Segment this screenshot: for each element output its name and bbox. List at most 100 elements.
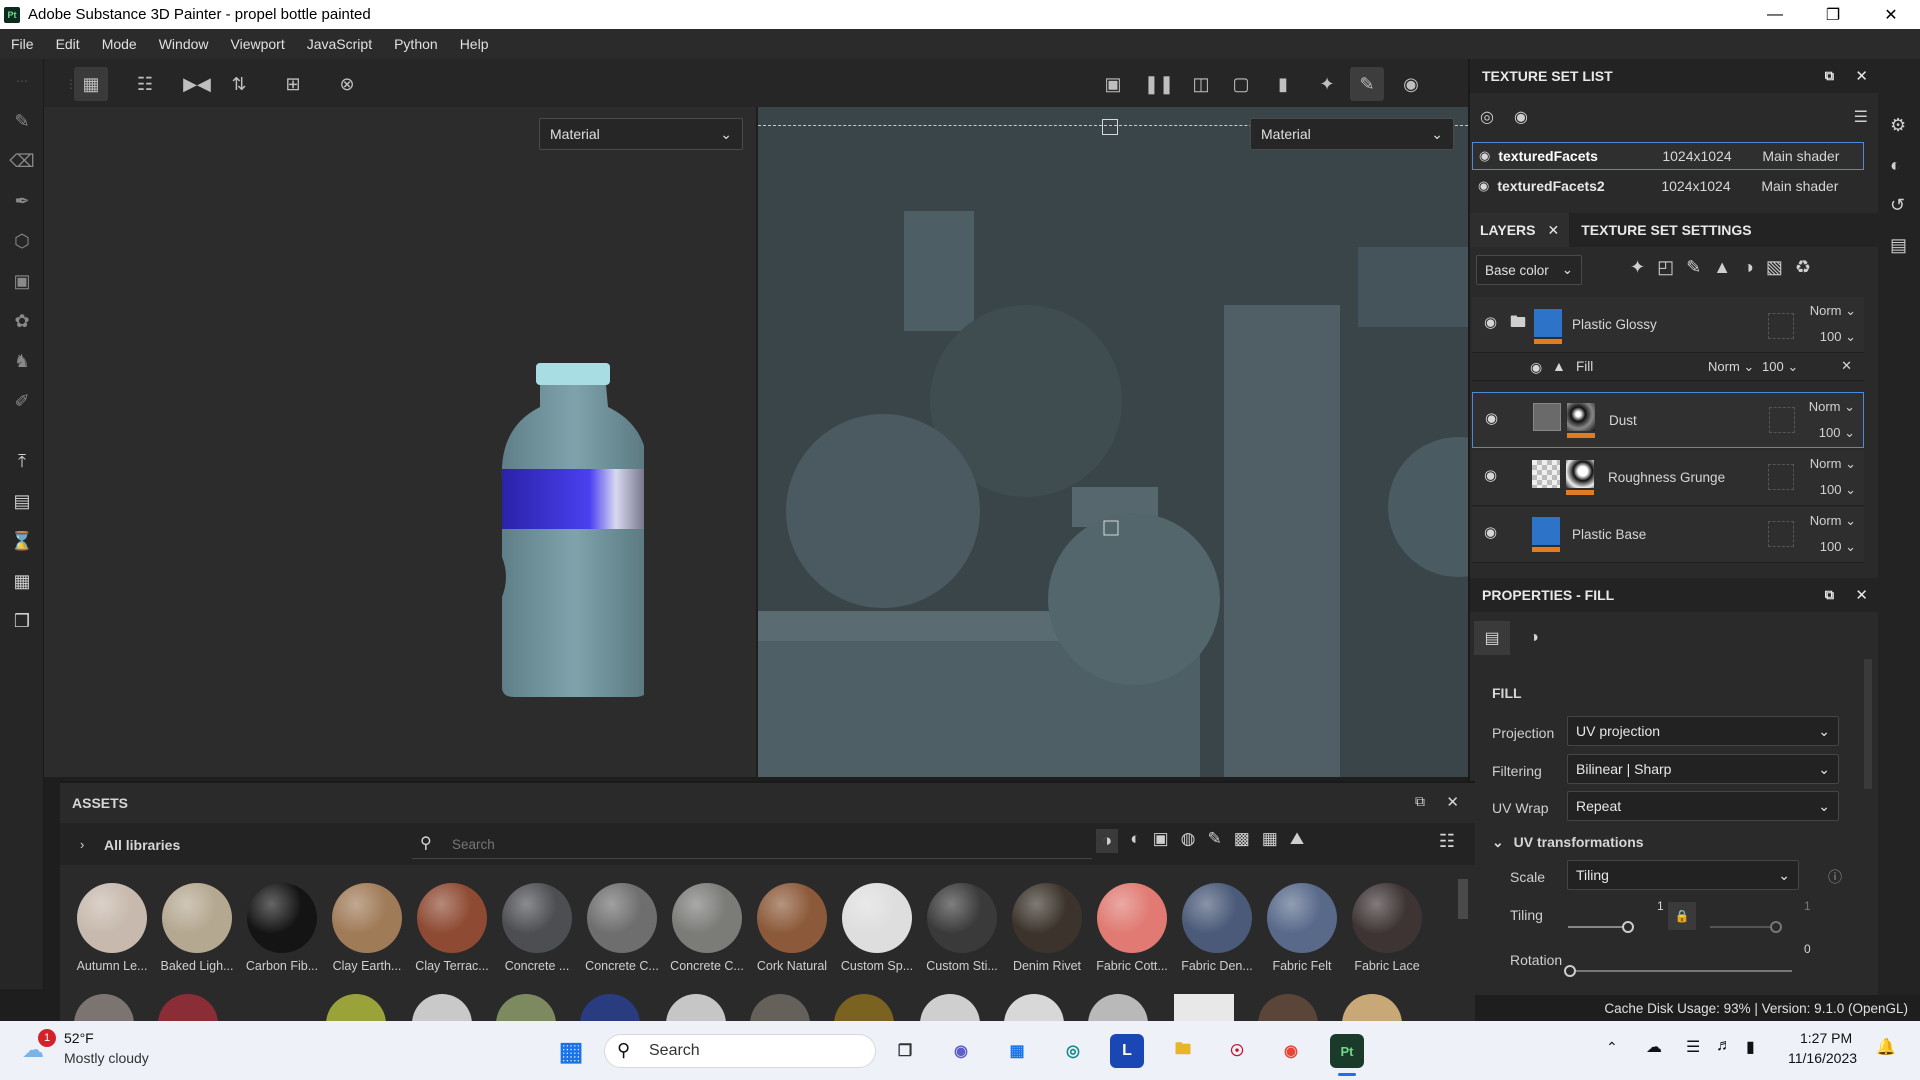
screenshot-icon[interactable]: ◉ [1394, 67, 1428, 101]
texture-set-shader[interactable]: Main shader [1762, 148, 1839, 164]
textures-filter-icon[interactable]: ▩ [1234, 829, 1250, 853]
search-input[interactable] [452, 834, 1052, 854]
close-icon[interactable]: ✕ [1548, 222, 1560, 239]
material-tile[interactable]: Denim Rivet [1007, 883, 1087, 973]
texture-set-row[interactable]: ◉ texturedFacets2 1024x1024 Main shader [1472, 172, 1864, 200]
material-tile[interactable]: Clay Terrac... [412, 883, 492, 973]
clock-time[interactable]: 1:27 PM [1800, 1030, 1852, 1046]
visibility-toggle-icon[interactable]: ◎ [1480, 107, 1494, 127]
add-effect-icon[interactable]: ✦ [1630, 257, 1645, 278]
task-view-icon[interactable]: ❐ [888, 1034, 922, 1068]
symmetry-icon[interactable]: ◫ [1184, 67, 1218, 101]
viewport-settings-icon[interactable]: ✦ [1310, 67, 1344, 101]
display-settings-icon[interactable]: ▦ [8, 567, 36, 595]
paint-brush-tool-icon[interactable]: ✎ [8, 107, 36, 135]
rotation-slider-handle[interactable] [1564, 965, 1576, 977]
environments-filter-icon[interactable]: ⛰ [1290, 829, 1304, 853]
material-tile[interactable]: Carbon Fib... [242, 883, 322, 973]
tab-layers[interactable]: LAYERS ✕ [1470, 213, 1570, 247]
eye-icon[interactable]: ◉ [1485, 409, 1498, 427]
mcafee-icon[interactable]: ☉ [1220, 1034, 1254, 1068]
blend-mode[interactable]: Norm ⌄ [1809, 399, 1855, 415]
blend-mode[interactable]: Norm ⌄ [1810, 513, 1856, 529]
tiling-slider-handle[interactable] [1622, 921, 1634, 933]
taskbar-search[interactable]: ⚲ Search [604, 1034, 876, 1068]
volume-icon[interactable]: ♬ [1716, 1037, 1732, 1055]
paint-mode-icon[interactable]: ✎ [1350, 67, 1384, 101]
viewport-2d[interactable]: Material ⌄ [758, 107, 1468, 777]
shelf-icon[interactable]: ❒ [8, 607, 36, 635]
clone-stamp-tool-icon[interactable]: ♞ [8, 347, 36, 375]
texture-set-row[interactable]: ◉ texturedFacets 1024x1024 Main shader [1472, 142, 1864, 170]
material-tile[interactable]: Custom Sp... [837, 883, 917, 973]
material-tile[interactable]: Concrete C... [582, 883, 662, 973]
masks-filter-icon[interactable]: ▣ [1153, 829, 1169, 853]
material-tile[interactable]: Fabric Felt [1262, 883, 1342, 973]
search-field[interactable]: ⚲ [412, 829, 1092, 859]
log-icon[interactable]: ▤ [1890, 235, 1907, 256]
material-tile[interactable]: Fabric Cott... [1092, 883, 1172, 973]
edge-icon[interactable]: ◎ [1056, 1034, 1090, 1068]
material-tile[interactable]: Concrete C... [667, 883, 747, 973]
material-tab-icon[interactable]: ◑ [1516, 621, 1552, 655]
all-libraries-label[interactable]: All libraries [104, 837, 180, 853]
texture-set-shader[interactable]: Main shader [1761, 178, 1838, 194]
tab-texture-set-settings[interactable]: TEXTURE SET SETTINGS [1569, 222, 1763, 238]
restore-button[interactable]: ❐ [1804, 0, 1862, 29]
viewport-3d[interactable]: Material ⌄ [44, 107, 756, 777]
add-mask-icon[interactable]: ◰ [1657, 257, 1674, 278]
export-icon[interactable]: ⤒ [8, 447, 36, 475]
layer-plastic-base[interactable]: ◉ Plastic Base Norm ⌄ 100 ⌄ [1472, 507, 1864, 563]
blend-mode[interactable]: Norm ⌄ [1708, 359, 1754, 375]
store-icon[interactable]: ▦ [1000, 1034, 1034, 1068]
file-explorer-icon[interactable]: 🖿 [1166, 1034, 1200, 1068]
eye-icon[interactable]: ◉ [1479, 148, 1490, 164]
mask-slot[interactable] [1768, 464, 1794, 490]
eye-icon[interactable]: ◉ [1530, 359, 1542, 376]
projection-dropdown[interactable]: UV projection ⌄ [1567, 716, 1839, 746]
projection-tool-icon[interactable]: ✒ [8, 187, 36, 215]
brushes-filter-icon[interactable]: ✎ [1207, 829, 1221, 853]
material-tile[interactable]: Cork Natural [752, 883, 832, 973]
lock-icon[interactable]: 🔒 [1668, 902, 1696, 930]
eye-icon[interactable]: ◉ [1484, 313, 1497, 331]
menu-mode[interactable]: Mode [91, 36, 148, 52]
eye-icon[interactable]: ◉ [1514, 107, 1528, 127]
reset-view-icon[interactable]: ⊗ [330, 67, 364, 101]
add-paint-layer-icon[interactable]: ✎ [1686, 257, 1701, 278]
layer-plastic-glossy[interactable]: ◉ 🖿 Plastic Glossy Norm ⌄ 100 ⌄ [1472, 297, 1864, 353]
undock-icon[interactable]: ⧉ [1415, 793, 1425, 810]
layer-roughness-grunge[interactable]: ◉ Roughness Grunge Norm ⌄ 100 ⌄ [1472, 450, 1864, 506]
fit-view-icon[interactable]: ⊞ [276, 67, 310, 101]
layer-dust[interactable]: ◉ Dust Norm ⌄ 100 ⌄ [1472, 392, 1864, 448]
add-fill-layer-icon[interactable]: ▲ [1713, 257, 1731, 278]
close-icon[interactable]: ✕ [1446, 793, 1459, 811]
tiling-slider-handle-secondary[interactable] [1770, 921, 1782, 933]
mirror-x-icon[interactable]: ▶◀ [180, 67, 214, 101]
chrome-icon[interactable]: ◉ [1274, 1034, 1308, 1068]
eraser-tool-icon[interactable]: ⌫ [8, 147, 36, 175]
history-icon[interactable]: ↺ [1890, 195, 1905, 216]
environment-icon[interactable]: ▢ [1224, 67, 1258, 101]
display-icon[interactable]: ◐ [1890, 155, 1901, 176]
l-app-icon[interactable]: L [1110, 1034, 1144, 1068]
battery-icon[interactable]: ▮ [1746, 1037, 1755, 1057]
bake-icon[interactable]: ▤ [8, 487, 36, 515]
menu-viewport[interactable]: Viewport [220, 36, 296, 52]
smart-materials-filter-icon[interactable]: ◐ [1130, 829, 1140, 853]
material-tile[interactable]: Baked Ligh... [157, 883, 237, 973]
grid-view-icon[interactable]: ☷ [128, 67, 162, 101]
smudge-tool-icon[interactable]: ✿ [8, 307, 36, 335]
weather-temp[interactable]: 52°F [64, 1030, 94, 1046]
clock-date[interactable]: 11/16/2023 [1788, 1050, 1857, 1066]
effect-fill[interactable]: ◉ ▲ Fill Norm ⌄ 100 ⌄ ✕ [1472, 353, 1864, 381]
material-tile[interactable]: Fabric Den... [1177, 883, 1257, 973]
undock-icon[interactable]: ⧉ [1825, 587, 1834, 603]
material-tile[interactable]: Autumn Le... [72, 883, 152, 973]
geometry-mask-tool-icon[interactable]: ▣ [8, 267, 36, 295]
weather-desc[interactable]: Mostly cloudy [64, 1050, 149, 1066]
eye-icon[interactable]: ◉ [1478, 178, 1489, 194]
teams-icon[interactable]: ◉ [944, 1034, 978, 1068]
eye-icon[interactable]: ◉ [1484, 466, 1497, 484]
delete-layer-icon[interactable]: ♻ [1795, 257, 1811, 278]
